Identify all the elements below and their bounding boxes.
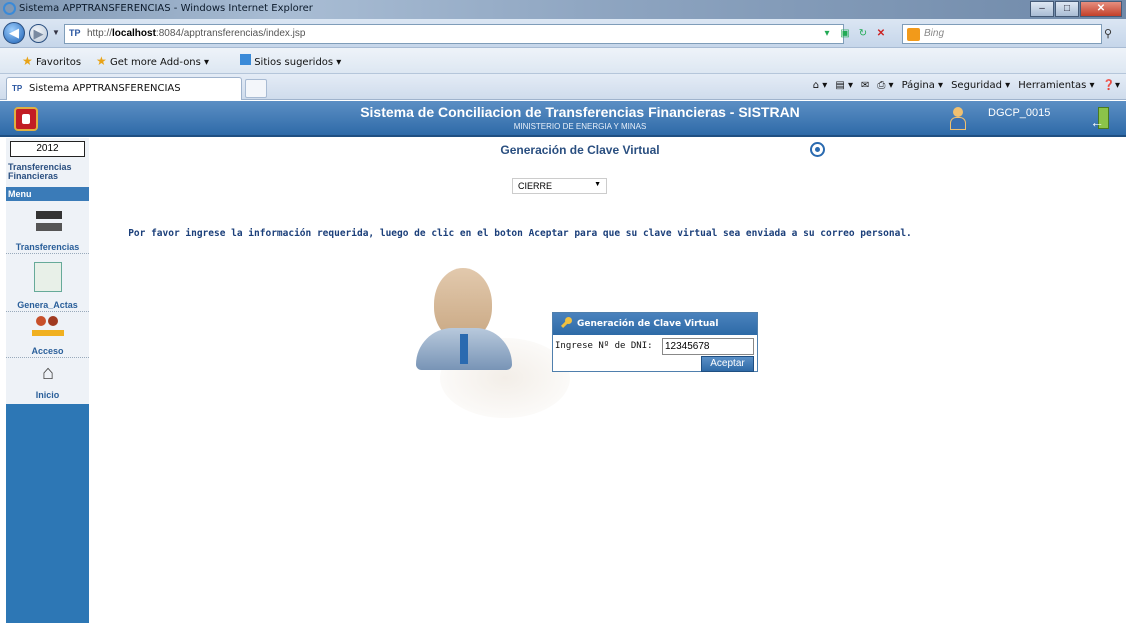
page-title: Generación de Clave Virtual — [500, 143, 660, 157]
close-window-button[interactable]: ✕ — [1080, 1, 1122, 17]
refresh-icon[interactable]: ↻ — [856, 27, 870, 41]
search-input[interactable]: Bing — [902, 24, 1102, 44]
back-button[interactable]: ◀ — [3, 22, 25, 44]
logout-icon[interactable]: ← — [1090, 107, 1110, 131]
sidebar-item-acceso[interactable]: Acceso — [6, 314, 89, 358]
accept-button[interactable]: Aceptar — [701, 356, 754, 372]
address-url: http://localhost:8084/apptransferencias/… — [87, 28, 306, 39]
sidebar-item-label: Acceso — [31, 346, 64, 356]
page-menu[interactable]: Página ▾ — [902, 80, 944, 91]
sidebar: 2012 Transferencias Financieras Menu Tran… — [6, 138, 89, 623]
new-tab-button[interactable] — [245, 79, 267, 98]
suggested-sites-icon — [240, 54, 251, 65]
key-icon — [560, 317, 572, 329]
user-name: DGCP_0015 — [988, 107, 1051, 119]
form-title: Generación de Clave Virtual — [577, 319, 719, 329]
process-select[interactable]: CIERRE ▼ — [512, 178, 607, 194]
window-title: Sistema APPTRANSFERENCIAS - Windows Inte… — [19, 3, 313, 14]
tab-label: Sistema APPTRANSFERENCIAS — [29, 83, 181, 94]
forward-button[interactable]: ▶ — [29, 24, 48, 43]
instructions-text: Por favor ingrese la información requeri… — [128, 228, 912, 239]
site-favicon: TP — [69, 28, 81, 38]
sidebar-panel: 2012 Transferencias Financieras Menu Tran… — [6, 138, 89, 404]
feeds-icon[interactable]: ▤ ▾ — [835, 80, 853, 91]
print-icon[interactable]: ⎙ ▾ — [877, 80, 893, 91]
user-icon — [950, 107, 966, 131]
sidebar-item-inicio[interactable]: ⌂ Inicio — [6, 360, 89, 402]
search-icon[interactable]: ⚲ — [1104, 27, 1112, 40]
documents-icon — [34, 262, 62, 292]
stop-icon[interactable]: ✕ — [874, 27, 888, 41]
sidebar-section-label: Transferencias Financieras — [8, 162, 72, 181]
sidebar-item-genera-actas[interactable]: Genera_Actas — [6, 258, 89, 312]
safety-menu[interactable]: Seguridad ▾ — [951, 80, 1010, 91]
favorites-bar: ★ Favoritos ★ Get more Add-ons ▾ Sitios … — [0, 48, 1126, 74]
command-bar: ⌂ ▾ ▤ ▾ ✉ ⎙ ▾ Página ▾ Seguridad ▾ Herra… — [813, 80, 1120, 91]
star-icon: ★ — [22, 54, 33, 68]
select-value: CIERRE — [518, 181, 553, 191]
search-placeholder: Bing — [924, 28, 945, 39]
favorites-button[interactable]: ★ Favoritos — [22, 54, 81, 68]
virtual-key-form: Generación de Clave Virtual Ingrese Nº d… — [552, 312, 758, 372]
history-dropdown-icon[interactable]: ▼ — [52, 28, 60, 37]
window-controls: – □ ✕ — [1029, 1, 1122, 18]
menu-header: Menu — [6, 187, 89, 201]
sidebar-item-label: Transferencias — [15, 242, 80, 252]
dni-label: Ingrese Nº de DNI: — [555, 341, 653, 351]
window-titlebar: Sistema APPTRANSFERENCIAS - Windows Inte… — [0, 0, 1126, 19]
sidebar-item-label: Inicio — [35, 390, 60, 400]
tab-active[interactable]: TP Sistema APPTRANSFERENCIAS — [6, 77, 242, 100]
address-actions: ▾ ▣ ↻ ✕ — [820, 27, 888, 41]
maximize-button[interactable]: □ — [1055, 1, 1079, 17]
suggested-sites-link[interactable]: Sitios sugeridos ▾ — [240, 54, 341, 68]
sidebar-item-label: Genera_Actas — [17, 300, 78, 310]
ie-logo-icon — [3, 2, 16, 15]
compat-view-icon[interactable]: ▣ — [838, 27, 852, 41]
dni-input[interactable]: 12345678 — [662, 338, 754, 355]
address-toolbar: ◀ ▶ ▼ TP http://localhost:8084/apptransf… — [0, 19, 1126, 48]
app-header: Sistema de Conciliacion de Transferencia… — [0, 101, 1126, 137]
minimize-button[interactable]: – — [1030, 1, 1054, 17]
tab-favicon: TP — [12, 84, 23, 93]
add-favorite-icon: ★ — [96, 54, 107, 68]
tab-bar: TP Sistema APPTRANSFERENCIAS ⌂ ▾ ▤ ▾ ✉ ⎙… — [0, 74, 1126, 100]
dropdown-icon[interactable]: ▾ — [820, 27, 834, 41]
home-icon: ⌂ — [41, 362, 55, 384]
users-access-icon — [32, 316, 64, 342]
user-illustration — [410, 268, 570, 418]
mail-icon[interactable]: ✉ — [861, 80, 869, 91]
help-icon[interactable] — [810, 142, 825, 157]
home-icon[interactable]: ⌂ ▾ — [813, 80, 828, 91]
bing-icon — [907, 28, 920, 41]
addons-link[interactable]: ★ Get more Add-ons ▾ — [96, 54, 209, 68]
address-field[interactable]: TP http://localhost:8084/apptransferenci… — [64, 24, 844, 44]
chevron-down-icon: ▼ — [594, 181, 601, 188]
tools-menu[interactable]: Herramientas ▾ — [1018, 80, 1094, 91]
form-header: Generación de Clave Virtual — [553, 313, 757, 335]
help-menu-icon[interactable]: ❓▾ — [1103, 80, 1120, 91]
